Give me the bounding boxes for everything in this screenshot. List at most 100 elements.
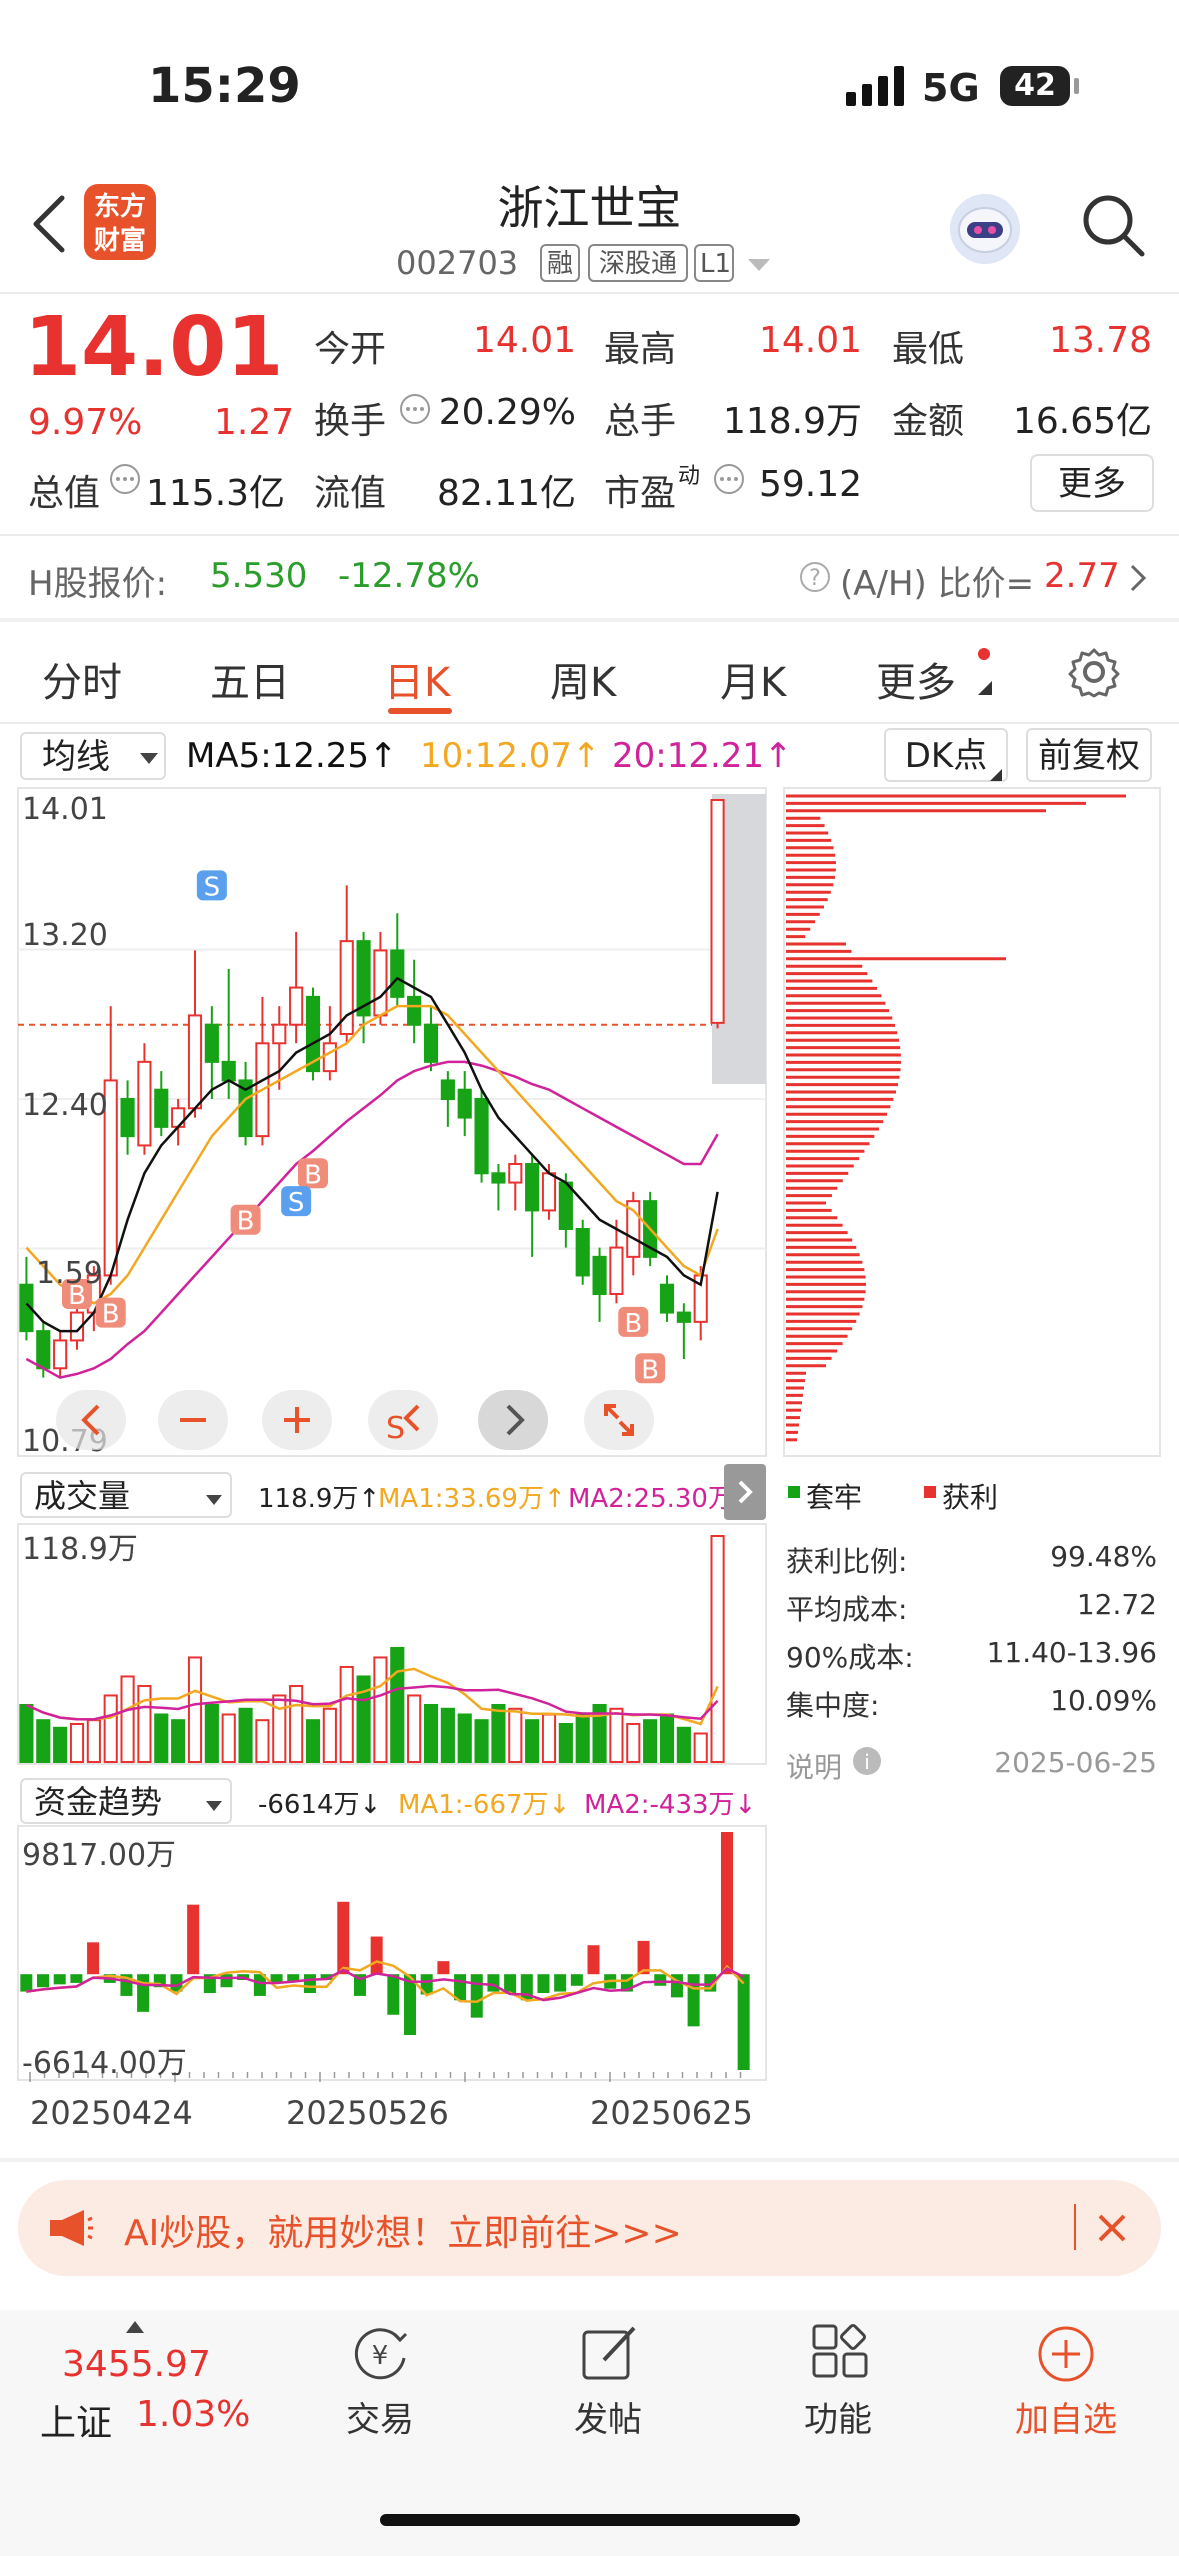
assistant-robot-icon[interactable] (950, 194, 1020, 264)
volume-bar (626, 1722, 641, 1764)
candle (423, 1023, 439, 1063)
chevron-down-icon (140, 750, 158, 769)
tag-margin: 融 (540, 244, 580, 282)
features-icon[interactable] (808, 2322, 872, 2390)
hshare-pct: -12.78% (338, 556, 480, 596)
indicator-select-label: 均线 (42, 737, 110, 777)
money-bar (303, 1974, 316, 1994)
chip-stat-label: 获利比例: (786, 1545, 908, 1578)
nav-post[interactable]: 发帖 (518, 2392, 698, 2441)
last-price: 14.01 (24, 300, 284, 395)
label-open: 今开 (314, 329, 387, 370)
candle (154, 1088, 169, 1128)
tab-daily-k[interactable]: 日K (384, 650, 450, 708)
kline-chart[interactable]: BBBBSSBB (0, 786, 770, 1460)
money-bar (487, 1974, 500, 1992)
buy-marker-label: B (304, 1160, 322, 1190)
tab-weekly-k[interactable]: 周K (550, 650, 616, 708)
change-pct: 9.97% (28, 402, 143, 443)
index-value[interactable]: 3455.97 (62, 2344, 211, 2385)
nav-trade[interactable]: 交易 (290, 2392, 470, 2441)
settings-gear-icon[interactable] (1068, 646, 1120, 702)
volume-bar (289, 1684, 304, 1764)
zoom-in-icon[interactable] (262, 1390, 332, 1450)
collapse-arrow-icon[interactable] (724, 1464, 766, 1520)
volume-bar (558, 1722, 573, 1764)
tab-5day[interactable]: 五日 (210, 650, 290, 708)
svg-text:¥: ¥ (372, 2341, 389, 2371)
money-top-label: 9817.00万 (22, 1838, 177, 1873)
volume-bar (19, 1703, 34, 1764)
fullscreen-icon[interactable] (584, 1390, 654, 1450)
volume-bar (575, 1713, 590, 1764)
money-indicator-select[interactable]: 资金趋势 (20, 1778, 232, 1824)
svg-text:i: i (864, 1750, 870, 1774)
chip-stat-label: 平均成本: (786, 1593, 908, 1626)
chip-stat-value: 11.40-13.96 (986, 1636, 1157, 1669)
info-icon[interactable]: i (852, 1746, 882, 1780)
search-icon[interactable] (1080, 192, 1146, 262)
volume-bar (221, 1713, 236, 1764)
change-value: 1.27 (214, 402, 295, 443)
candle (508, 1163, 523, 1184)
money-bar (87, 1942, 100, 1975)
candle (676, 1311, 691, 1323)
adjust-button[interactable]: 前复权 (1026, 728, 1152, 782)
tab-monthly-k[interactable]: 月K (720, 650, 786, 708)
info-dots-icon[interactable] (712, 462, 746, 500)
volume-indicator-select[interactable]: 成交量 (20, 1472, 232, 1518)
buy-marker-label: B (641, 1355, 659, 1385)
volume-bar (36, 1719, 51, 1764)
volume-bar (541, 1713, 557, 1764)
stock-code: 002703 (396, 244, 519, 282)
nav-features[interactable]: 功能 (748, 2392, 928, 2441)
value-float: 82.11亿 (436, 473, 576, 514)
candle (322, 1042, 337, 1073)
y-tick: 1.59 (36, 1256, 103, 1291)
chip-stat-value: 99.48% (1050, 1540, 1157, 1573)
chevron-right-icon[interactable] (1128, 562, 1148, 598)
info-dots-icon[interactable] (398, 392, 432, 430)
zoom-out-icon[interactable] (158, 1390, 228, 1450)
scroll-left-icon[interactable] (56, 1390, 126, 1450)
trade-icon[interactable]: ¥ (348, 2322, 412, 2390)
tab-intraday[interactable]: 分时 (42, 650, 122, 708)
volume-bar (238, 1707, 253, 1764)
chip-stat-value: 10.09% (1050, 1684, 1157, 1717)
more-button[interactable]: 更多 (1030, 454, 1154, 512)
hshare-label: H股报价: (28, 564, 168, 604)
x-tick: 20250526 (286, 2094, 449, 2132)
volume-bar (305, 1719, 321, 1764)
label-high: 最高 (604, 329, 677, 370)
promo-text[interactable]: AI炒股，就用妙想！立即前往>>> (124, 2204, 682, 2256)
ma20-value: 20:12.21↑ (612, 736, 793, 776)
candle (120, 1098, 135, 1138)
label-volume: 总手 (604, 401, 677, 442)
volume-bar (508, 1707, 523, 1764)
money-bar (137, 1974, 150, 2012)
info-dots-icon[interactable] (108, 462, 142, 500)
candle (457, 1088, 472, 1119)
step-right-icon[interactable] (478, 1390, 548, 1450)
dropdown-icon[interactable] (748, 258, 770, 277)
add-watchlist-icon[interactable] (1034, 2322, 1098, 2390)
close-icon[interactable] (1094, 2210, 1130, 2250)
money-bar (537, 1974, 550, 1994)
chip-note[interactable]: 说明 (786, 1746, 842, 1786)
volume-bar (390, 1646, 405, 1763)
nav-add-watchlist[interactable]: 加自选 (976, 2392, 1156, 2441)
step-left-icon[interactable]: S (368, 1390, 438, 1450)
value-open: 14.01 (472, 320, 576, 361)
money-bar (504, 1974, 517, 1994)
tab-more[interactable]: 更多 (876, 650, 956, 708)
label-low: 最低 (892, 329, 965, 370)
candle (221, 1060, 236, 1082)
candle (592, 1255, 607, 1296)
help-icon[interactable]: ? (798, 560, 832, 598)
money-bar (554, 1974, 567, 1992)
buy-marker-label: B (102, 1300, 120, 1330)
up-triangle-icon (126, 2318, 144, 2337)
post-icon[interactable] (578, 2322, 642, 2390)
tab-more-corner-icon (978, 680, 992, 699)
legend-profit-swatch (924, 1486, 936, 1498)
